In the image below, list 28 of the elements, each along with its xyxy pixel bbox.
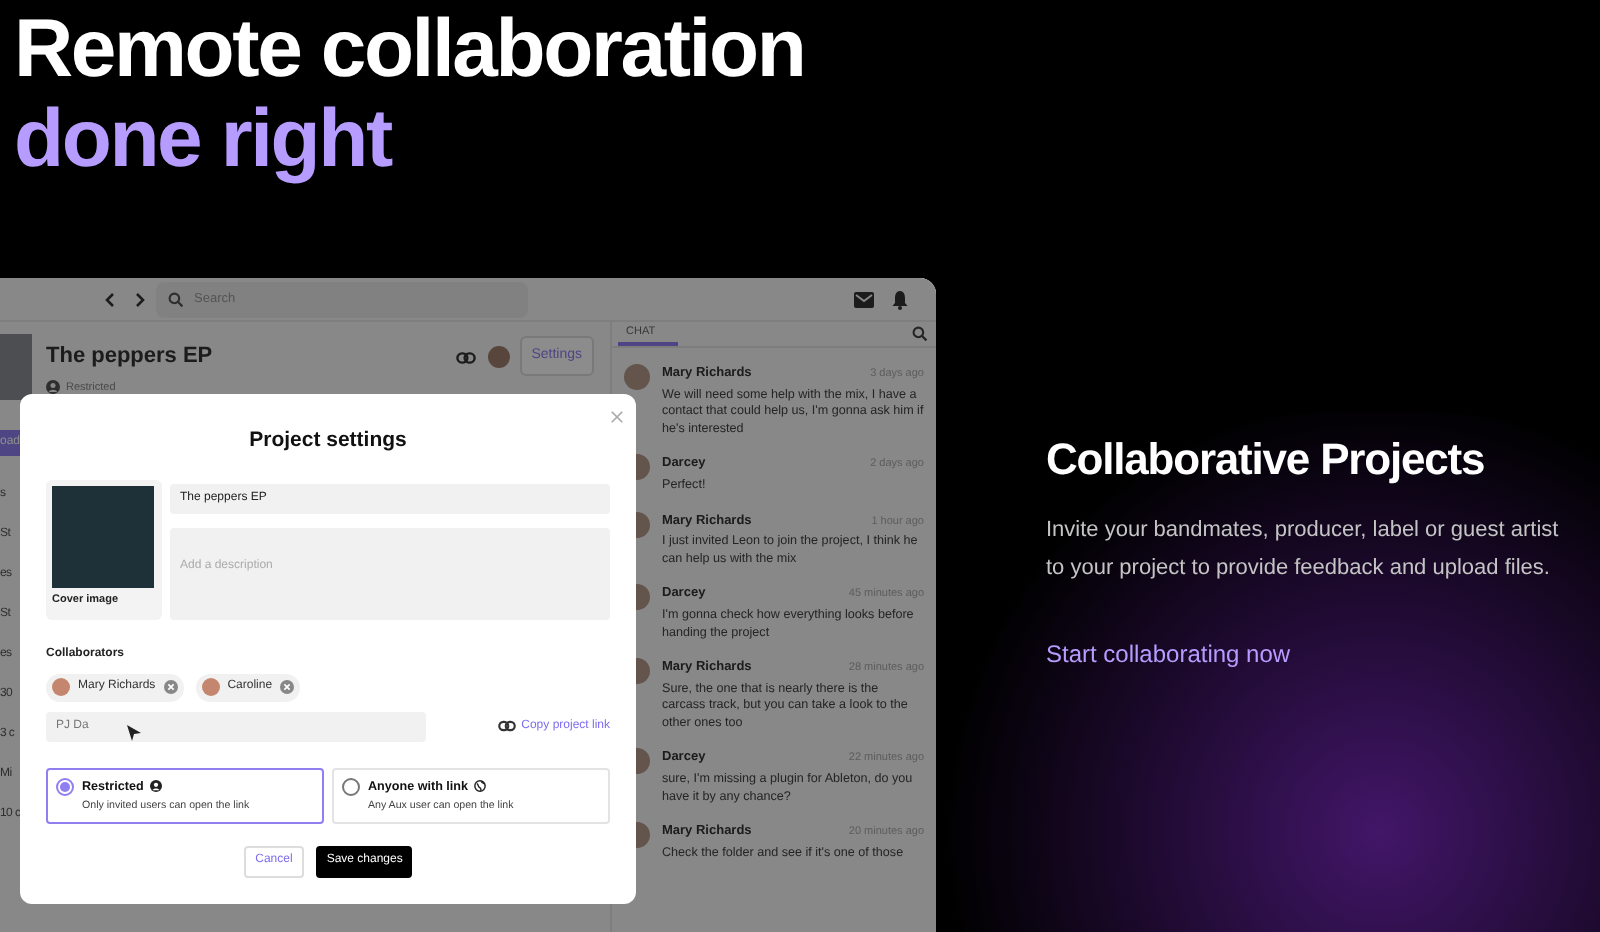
remove-icon[interactable] [280,680,295,695]
remove-icon[interactable] [163,680,178,695]
hero-heading: Remote collaboration [14,4,807,94]
search-icon[interactable] [912,326,928,342]
feature-description: Invite your bandmates, producer, label or guest artist to your project to provide feedback and upload files. [1046,516,1561,584]
link-icon [497,720,516,733]
user-icon [149,780,162,793]
feature-title: Collaborative Projects [1046,432,1487,488]
avatar [52,678,70,697]
project-title: The peppers EP [46,342,213,372]
radio-button[interactable] [56,777,74,796]
avatar [624,364,650,390]
back-icon[interactable] [104,291,116,307]
pointer-icon [126,723,142,742]
avatar [487,346,510,368]
start-link[interactable]: Start collaborating now [1046,636,1291,672]
globe-icon [474,780,487,793]
bell-icon[interactable] [892,289,908,309]
forward-icon[interactable] [134,291,146,307]
cover-thumbnail [0,334,32,400]
photo-placeholder [52,485,154,588]
hero-heading-highlight: done right [14,94,394,184]
mail-icon[interactable] [854,291,874,307]
search-icon [168,291,184,307]
dialog-title: Project settings [247,426,409,456]
radio-button[interactable] [342,777,360,796]
link-icon[interactable] [455,352,476,364]
avatar [201,678,220,697]
